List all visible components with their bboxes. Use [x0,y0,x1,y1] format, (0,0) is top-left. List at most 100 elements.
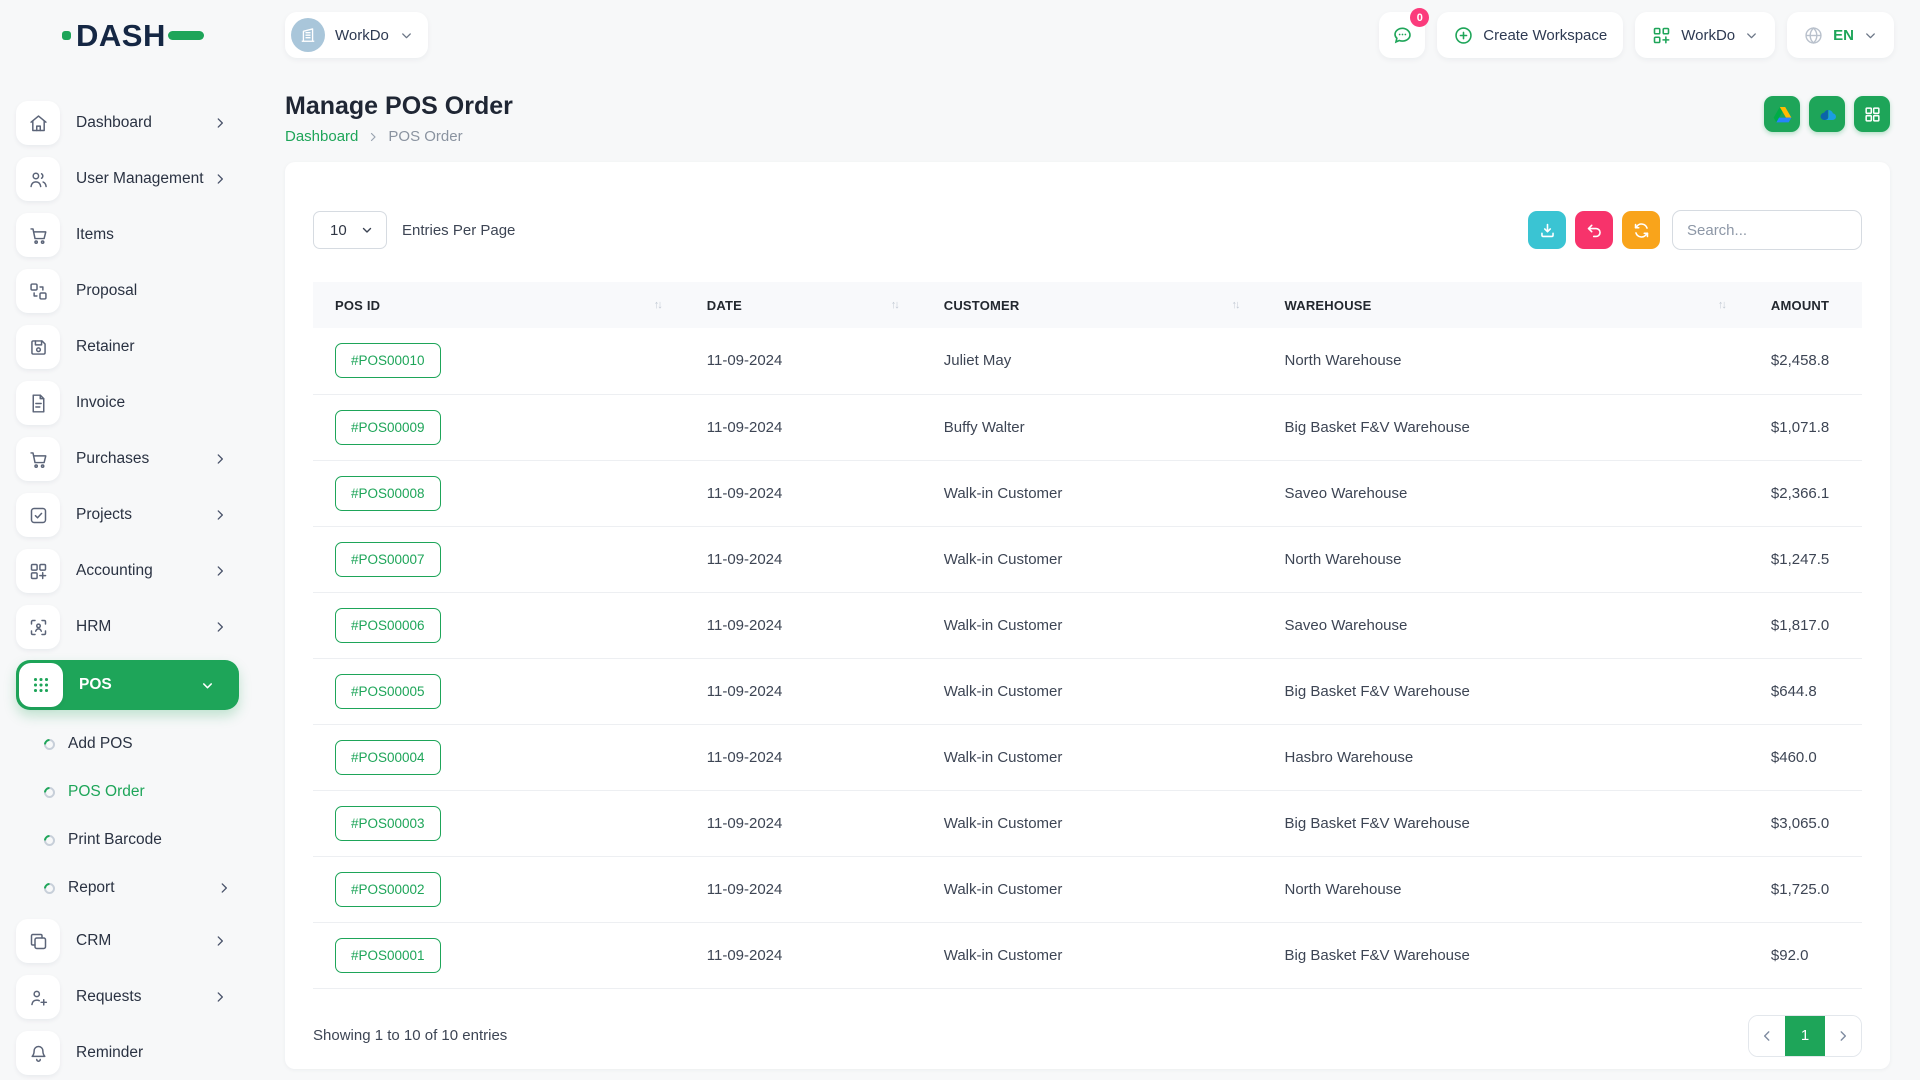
workspace-switcher[interactable]: WorkDo [285,12,428,58]
pagination: 1 [1748,1015,1862,1057]
sidebar: DASH Dashboard User Management Items Pro… [0,0,255,1080]
sidebar-subitem-print-barcode[interactable]: Print Barcode [0,816,255,864]
download-icon [1538,221,1557,240]
pos-id-badge[interactable]: #POS00008 [335,476,441,511]
column-header-pos-id[interactable]: POS ID↑↓ [313,282,685,328]
page-number-button[interactable]: 1 [1785,1016,1825,1056]
breadcrumb-dashboard-link[interactable]: Dashboard [285,128,358,145]
bullet-icon [42,880,58,896]
bullet-icon [42,784,58,800]
amount-cell: $1,817.0 [1749,592,1862,658]
sidebar-item-reminder[interactable]: Reminder [16,1030,239,1076]
chevron-right-icon [213,990,227,1004]
undo-button[interactable] [1575,211,1613,249]
date-cell: 11-09-2024 [685,592,922,658]
bullet-icon [42,832,58,848]
refresh-icon [1632,221,1651,240]
customer-cell: Walk-in Customer [922,658,1263,724]
sidebar-item-projects[interactable]: Projects [16,492,239,538]
column-header-customer[interactable]: CUSTOMER↑↓ [922,282,1263,328]
table-row: #POS00004 11-09-2024 Walk-in Customer Ha… [313,724,1862,790]
chevron-right-icon [213,620,227,634]
sidebar-item-crm[interactable]: CRM [16,918,239,964]
sidebar-item-accounting[interactable]: Accounting [16,548,239,594]
previous-page-button[interactable] [1749,1016,1785,1056]
warehouse-cell: Hasbro Warehouse [1263,724,1749,790]
pos-id-badge[interactable]: #POS00001 [335,938,441,973]
sort-icon[interactable]: ↑↓ [654,299,661,311]
table-row: #POS00009 11-09-2024 Buffy Walter Big Ba… [313,394,1862,460]
table-row: #POS00002 11-09-2024 Walk-in Customer No… [313,856,1862,922]
pos-id-badge[interactable]: #POS00010 [335,343,441,378]
entries-per-page-select[interactable]: 10 [313,211,387,249]
onedrive-button[interactable] [1809,96,1845,132]
warehouse-cell: Big Basket F&V Warehouse [1263,922,1749,988]
apps-grid-icon [1863,105,1882,124]
sidebar-subitem-report[interactable]: Report [0,864,255,912]
date-cell: 11-09-2024 [685,328,922,394]
refresh-button[interactable] [1622,211,1660,249]
warehouse-cell: Big Basket F&V Warehouse [1263,394,1749,460]
sidebar-item-purchases[interactable]: Purchases [16,436,239,482]
sidebar-item-hrm[interactable]: HRM [16,604,239,650]
column-header-date[interactable]: DATE↑↓ [685,282,922,328]
sidebar-item-retainer[interactable]: Retainer [16,324,239,370]
column-header-warehouse[interactable]: WAREHOUSE↑↓ [1263,282,1749,328]
messages-button[interactable]: 0 [1379,12,1425,58]
search-input[interactable] [1672,210,1862,250]
breadcrumb: Dashboard POS Order [285,128,513,145]
pos-id-badge[interactable]: #POS00003 [335,806,441,841]
warehouse-cell: North Warehouse [1263,856,1749,922]
amount-cell: $1,071.8 [1749,394,1862,460]
apps-grid-button[interactable] [1854,96,1890,132]
sidebar-subitem-pos-order[interactable]: POS Order [0,768,255,816]
language-selector[interactable]: EN [1787,12,1894,58]
sidebar-subitem-add-pos[interactable]: Add POS [0,720,255,768]
sidebar-item-items[interactable]: Items [16,212,239,258]
logo-dash-icon [168,31,204,40]
pos-id-badge[interactable]: #POS00007 [335,542,441,577]
sidebar-item-dashboard[interactable]: Dashboard [16,100,239,146]
pos-id-badge[interactable]: #POS00002 [335,872,441,907]
amount-cell: $2,458.8 [1749,328,1862,394]
amount-cell: $644.8 [1749,658,1862,724]
table-body: #POS00010 11-09-2024 Juliet May North Wa… [313,328,1862,988]
sidebar-item-requests[interactable]: Requests [16,974,239,1020]
sidebar-item-proposal[interactable]: Proposal [16,268,239,314]
chevron-down-icon [360,223,374,237]
building-icon [298,25,318,45]
pos-id-badge[interactable]: #POS00004 [335,740,441,775]
sort-icon[interactable]: ↑↓ [1718,299,1725,311]
warehouse-cell: Saveo Warehouse [1263,592,1749,658]
pos-id-badge[interactable]: #POS00006 [335,608,441,643]
bell-icon [16,1031,60,1075]
google-drive-icon [1773,105,1792,124]
logo-dot-icon [62,31,71,40]
home-icon [16,101,60,145]
pos-id-badge[interactable]: #POS00005 [335,674,441,709]
google-drive-button[interactable] [1764,96,1800,132]
sidebar-item-user-management[interactable]: User Management [16,156,239,202]
sort-icon[interactable]: ↑↓ [1232,299,1239,311]
next-page-button[interactable] [1825,1016,1861,1056]
chat-icon [1391,24,1414,47]
sort-icon[interactable]: ↑↓ [891,299,898,311]
column-header-amount: AMOUNT [1749,282,1862,328]
app-menu-button[interactable]: WorkDo [1635,12,1775,58]
brand-logo[interactable]: DASH [0,0,255,70]
chevron-down-icon [399,28,414,43]
sidebar-item-pos[interactable]: POS [16,660,239,710]
pos-id-badge[interactable]: #POS00009 [335,410,441,445]
chevron-right-icon [213,934,227,948]
file-icon [16,381,60,425]
date-cell: 11-09-2024 [685,922,922,988]
action-buttons [1528,211,1660,249]
sidebar-item-invoice[interactable]: Invoice [16,380,239,426]
download-button[interactable] [1528,211,1566,249]
chevron-right-icon [213,452,227,466]
chevron-right-icon [213,508,227,522]
create-workspace-button[interactable]: Create Workspace [1437,12,1623,58]
entries-per-page-label: Entries Per Page [402,222,515,239]
table-row: #POS00001 11-09-2024 Walk-in Customer Bi… [313,922,1862,988]
pos-submenu: Add POS POS Order Print Barcode Report [0,720,255,912]
